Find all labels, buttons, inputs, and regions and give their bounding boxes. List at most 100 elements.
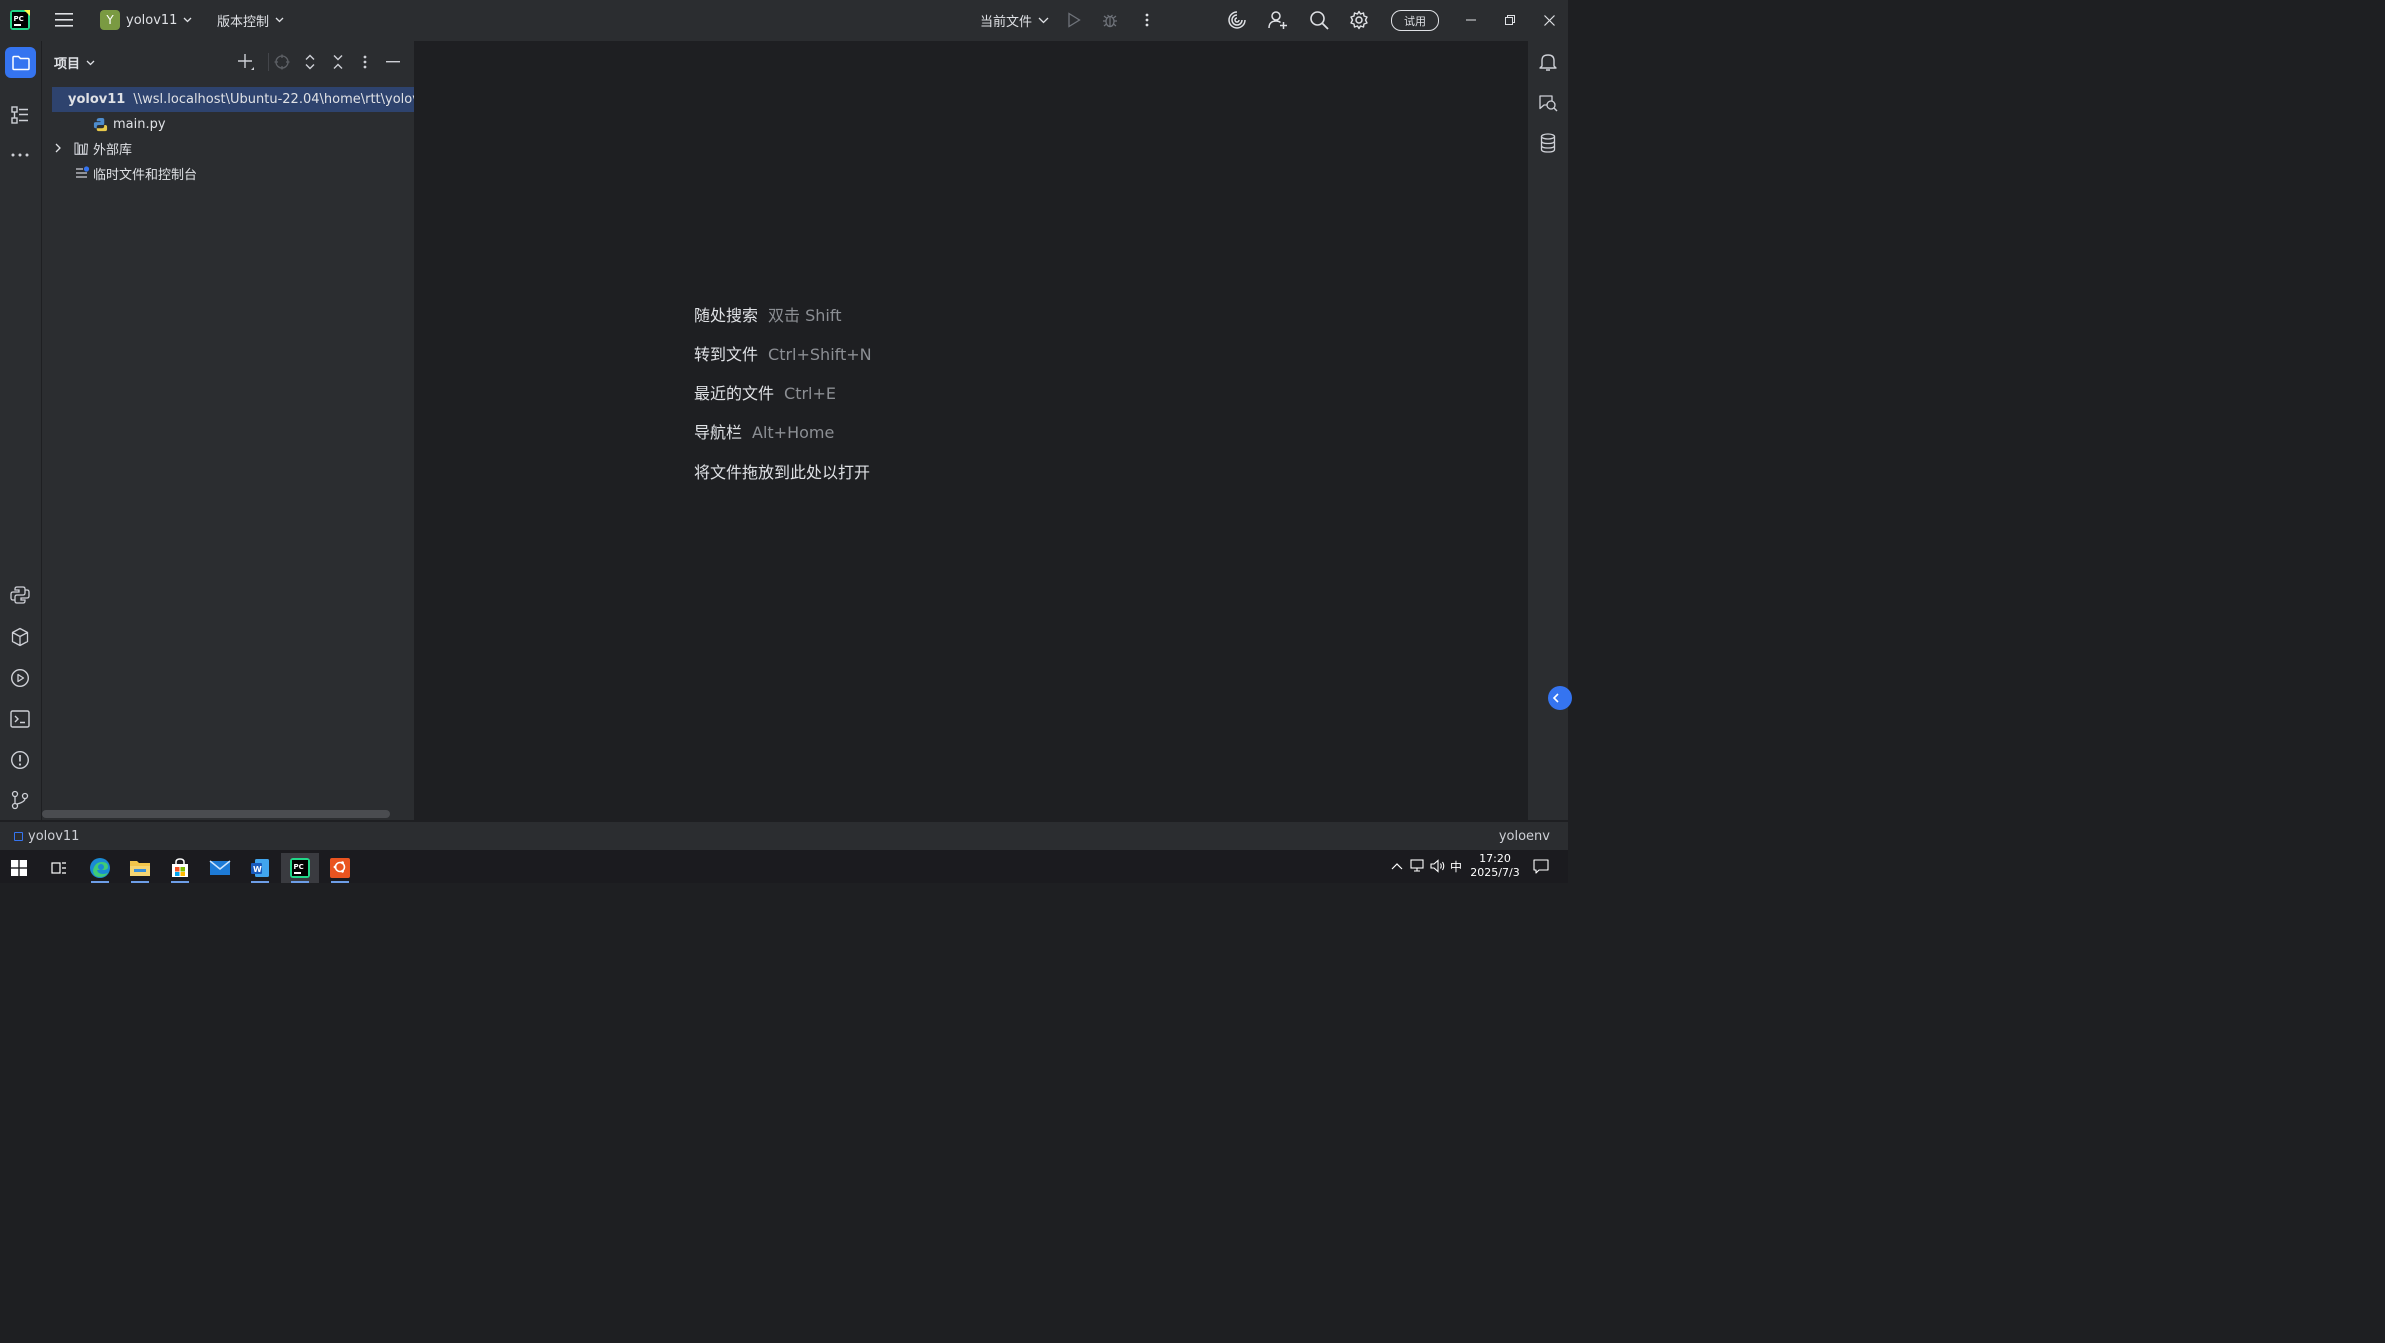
project-selector[interactable]: Y yolov11 bbox=[100, 10, 192, 30]
project-panel: 项目 yolov11 \\wsl.localhost\Ubuntu-22.04\… bbox=[42, 41, 415, 820]
panel-options-icon[interactable] bbox=[355, 52, 375, 72]
hint-shortcut: Alt+Home bbox=[752, 423, 835, 442]
start-icon[interactable] bbox=[0, 853, 38, 883]
status-bar: yolov11 yoloenv bbox=[0, 821, 1568, 851]
windows-taskbar: W PC 中 17:20 2025/7/3 bbox=[0, 850, 1568, 883]
run-config-selector[interactable]: 当前文件 bbox=[980, 10, 1049, 30]
task-view-icon[interactable] bbox=[40, 853, 78, 883]
more-actions-icon[interactable] bbox=[1138, 11, 1156, 29]
file-explorer-icon[interactable] bbox=[121, 853, 159, 883]
git-branch-icon[interactable] bbox=[8, 788, 32, 812]
volume-icon[interactable] bbox=[1430, 858, 1446, 874]
tree-root-path: \\wsl.localhost\Ubuntu-22.04\home\rtt\yo… bbox=[133, 91, 414, 107]
more-tools-icon[interactable] bbox=[8, 143, 32, 167]
svg-text:PC: PC bbox=[294, 863, 304, 871]
tree-external-libs-label: 外部库 bbox=[93, 142, 133, 158]
tree-scratches-row[interactable]: 临时文件和控制台 bbox=[75, 161, 197, 185]
structure-tool-button[interactable] bbox=[8, 103, 32, 127]
hint-shortcut: 双击 Shift bbox=[768, 306, 842, 325]
terminal-icon[interactable] bbox=[8, 707, 32, 731]
clock[interactable]: 17:20 2025/7/3 bbox=[1470, 852, 1520, 880]
svg-text:PC: PC bbox=[14, 15, 24, 23]
toolbar-divider bbox=[268, 53, 269, 71]
hint-action: 导航栏 bbox=[694, 423, 743, 442]
hint-recent-files: 最近的文件 Ctrl+E bbox=[694, 380, 836, 404]
hint-drop-files: 将文件拖放到此处以打开 bbox=[694, 459, 870, 483]
running-indicator bbox=[251, 881, 269, 883]
mail-icon[interactable] bbox=[201, 853, 239, 883]
trial-button[interactable]: 试用 bbox=[1391, 10, 1439, 31]
clock-time: 17:20 bbox=[1479, 852, 1511, 865]
collapse-all-icon[interactable] bbox=[328, 52, 348, 72]
ubuntu-icon[interactable] bbox=[321, 853, 359, 883]
hint-goto-file: 转到文件 Ctrl+Shift+N bbox=[694, 341, 872, 365]
tray-expand-icon[interactable] bbox=[1390, 859, 1404, 873]
editor-area: 随处搜索 双击 Shift 转到文件 Ctrl+Shift+N 最近的文件 Ctrl+… bbox=[415, 41, 1527, 820]
ai-assistant-icon[interactable] bbox=[1226, 9, 1248, 31]
module-icon bbox=[14, 832, 23, 841]
python-file-icon bbox=[93, 117, 108, 131]
project-panel-title[interactable]: 项目 bbox=[54, 53, 95, 72]
run-icon[interactable] bbox=[1065, 11, 1083, 29]
locate-file-icon[interactable] bbox=[272, 52, 292, 72]
chevron-down-icon bbox=[183, 17, 192, 23]
action-center-icon[interactable] bbox=[1533, 858, 1549, 874]
main-menu-icon[interactable] bbox=[54, 10, 74, 30]
tree-file-row[interactable]: main.py bbox=[93, 112, 166, 136]
ai-chat-icon[interactable] bbox=[1536, 91, 1560, 115]
edge-icon[interactable] bbox=[81, 853, 119, 883]
project-panel-label: 项目 bbox=[54, 57, 81, 72]
vcs-label: 版本控制 bbox=[217, 14, 270, 30]
services-run-icon[interactable] bbox=[8, 666, 32, 690]
project-badge: Y bbox=[100, 10, 120, 30]
notifications-bell-icon[interactable] bbox=[1536, 50, 1560, 74]
right-tool-strip bbox=[1527, 41, 1572, 820]
project-tool-button[interactable] bbox=[5, 47, 36, 78]
hint-shortcut: Ctrl+Shift+N bbox=[768, 345, 872, 364]
network-icon[interactable] bbox=[1410, 858, 1426, 874]
expand-all-icon[interactable] bbox=[300, 52, 320, 72]
collapse-arrow-icon[interactable] bbox=[1548, 686, 1572, 710]
vcs-menu[interactable]: 版本控制 bbox=[217, 10, 284, 30]
hint-search-everywhere: 随处搜索 双击 Shift bbox=[694, 302, 841, 326]
new-file-icon[interactable] bbox=[236, 52, 256, 72]
pycharm-icon[interactable]: PC bbox=[281, 853, 319, 883]
horizontal-scrollbar[interactable] bbox=[42, 810, 390, 818]
python-packages-icon[interactable] bbox=[8, 625, 32, 649]
debug-icon[interactable] bbox=[1101, 11, 1119, 29]
store-icon[interactable] bbox=[161, 853, 199, 883]
search-icon[interactable] bbox=[1308, 9, 1330, 31]
chevron-down-icon bbox=[1038, 17, 1049, 23]
tree-file-name: main.py bbox=[113, 116, 166, 132]
left-tool-strip bbox=[0, 41, 42, 820]
scratches-icon bbox=[76, 166, 90, 178]
hint-action: 将文件拖放到此处以打开 bbox=[694, 463, 871, 482]
run-config-label: 当前文件 bbox=[980, 14, 1033, 30]
running-indicator bbox=[131, 881, 149, 883]
tree-root-row[interactable]: yolov11 \\wsl.localhost\Ubuntu-22.04\hom… bbox=[52, 87, 414, 111]
close-icon[interactable] bbox=[1540, 12, 1558, 28]
problems-icon[interactable] bbox=[8, 748, 32, 772]
chevron-down-icon bbox=[86, 60, 95, 65]
pycharm-logo-icon[interactable]: PC bbox=[10, 10, 30, 30]
hide-panel-icon[interactable] bbox=[383, 52, 403, 72]
status-project-breadcrumb[interactable]: yolov11 bbox=[14, 829, 79, 844]
ime-indicator[interactable]: 中 bbox=[1450, 858, 1462, 875]
word-icon[interactable]: W bbox=[241, 853, 279, 883]
python-console-icon[interactable] bbox=[8, 583, 32, 607]
database-icon[interactable] bbox=[1536, 131, 1560, 155]
clock-date: 2025/7/3 bbox=[1470, 866, 1520, 879]
hint-shortcut: Ctrl+E bbox=[784, 384, 836, 403]
svg-text:W: W bbox=[253, 865, 262, 874]
trial-label: 试用 bbox=[1404, 14, 1426, 28]
add-user-icon[interactable] bbox=[1267, 9, 1289, 31]
status-interpreter[interactable]: yoloenv bbox=[1499, 829, 1550, 844]
project-name: yolov11 bbox=[126, 12, 178, 28]
library-icon bbox=[74, 141, 88, 155]
minimize-icon[interactable] bbox=[1462, 12, 1480, 28]
settings-gear-icon[interactable] bbox=[1348, 9, 1370, 31]
folder-icon bbox=[11, 55, 30, 70]
restore-icon[interactable] bbox=[1501, 12, 1519, 28]
tree-external-libs-row[interactable]: 外部库 bbox=[52, 136, 132, 160]
running-indicator bbox=[91, 881, 109, 883]
